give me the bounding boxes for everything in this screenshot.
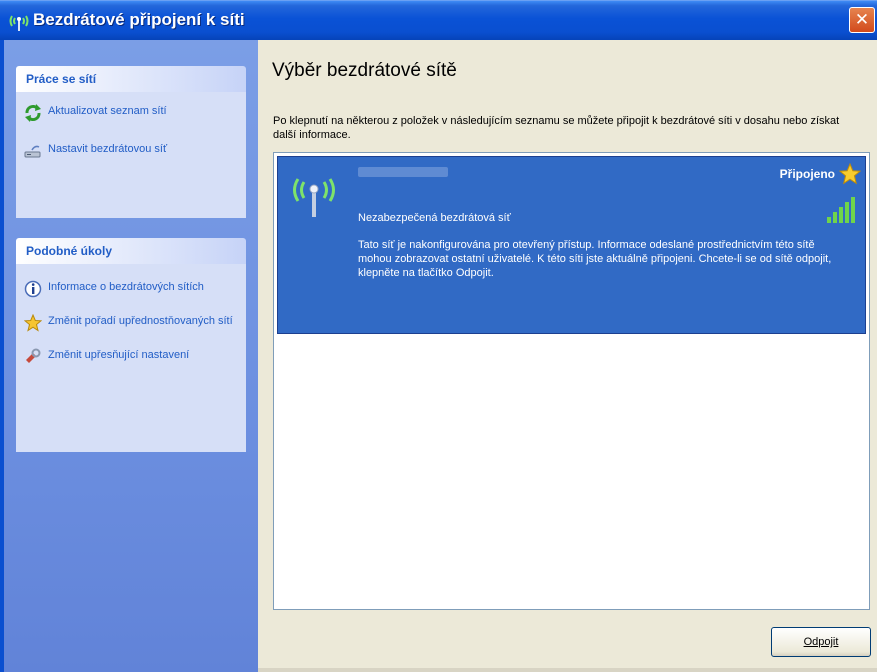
wireless-antenna-icon <box>293 178 335 217</box>
related-tasks-header[interactable]: Podobné úkoly <box>16 238 246 264</box>
close-button[interactable]: ✕ <box>849 7 875 33</box>
disconnect-button[interactable]: Odpojit <box>771 627 871 657</box>
star-icon <box>24 314 42 332</box>
disconnect-button-label: Odpojit <box>803 636 839 648</box>
signal-bar <box>845 202 849 223</box>
wireless-setup-icon <box>24 145 41 158</box>
settings-icon <box>26 348 41 363</box>
intro-text: Po klepnutí na některou z položek v násl… <box>273 115 840 141</box>
info-icon <box>24 280 42 298</box>
change-network-order-label: Změnit pořadí upřednostňovaných sítí <box>48 315 233 327</box>
network-list[interactable]: Připojeno Nezabezpečená bezdrátová síť T… <box>273 152 870 610</box>
connection-status: Připojeno <box>779 167 835 181</box>
advanced-settings-label: Změnit upřesňující nastavení <box>48 349 190 361</box>
refresh-network-list-label: Aktualizovat seznam sítí <box>48 105 167 117</box>
page-title: Výběr bezdrátové sítě <box>272 60 457 81</box>
title-bar[interactable]: Bezdrátové připojení k síti ✕ <box>0 0 877 40</box>
signal-bar <box>827 217 831 223</box>
wireless-info-label: Informace o bezdrátových sítích <box>48 281 204 293</box>
setup-wireless-network-link[interactable]: Nastavit bezdrátovou síť <box>24 142 238 158</box>
window-bottom-edge <box>258 668 877 672</box>
signal-strength-icon <box>827 197 855 223</box>
network-description: Tato síť je nakonfigurována pro otevřený… <box>358 239 832 279</box>
security-type: Nezabezpečená bezdrátová síť <box>358 212 511 224</box>
network-tasks-header[interactable]: Práce se sítí <box>16 66 246 92</box>
network-item-selected[interactable]: Připojeno Nezabezpečená bezdrátová síť T… <box>277 156 866 334</box>
change-network-order-link[interactable]: Změnit pořadí upřednostňovaných sítí <box>24 314 238 332</box>
signal-bar <box>833 212 837 223</box>
refresh-icon <box>25 104 41 122</box>
network-name-redacted <box>358 167 448 177</box>
refresh-network-list-link[interactable]: Aktualizovat seznam sítí <box>24 104 238 122</box>
advanced-settings-link[interactable]: Změnit upřesňující nastavení <box>24 348 238 363</box>
related-tasks-panel: Podobné úkoly Informace o bezdrátových s… <box>16 238 246 452</box>
signal-bar <box>839 207 843 223</box>
wireless-network-icon <box>9 15 29 31</box>
setup-wireless-network-label: Nastavit bezdrátovou síť <box>48 143 168 155</box>
task-sidebar: Práce se sítí Aktualizovat seznam sítí N… <box>4 40 258 672</box>
preferred-star-icon <box>839 163 861 185</box>
network-tasks-panel: Práce se sítí Aktualizovat seznam sítí N… <box>16 66 246 218</box>
window-title: Bezdrátové připojení k síti <box>33 10 245 29</box>
signal-bar <box>851 197 855 223</box>
wireless-info-link[interactable]: Informace o bezdrátových sítích <box>24 280 238 298</box>
